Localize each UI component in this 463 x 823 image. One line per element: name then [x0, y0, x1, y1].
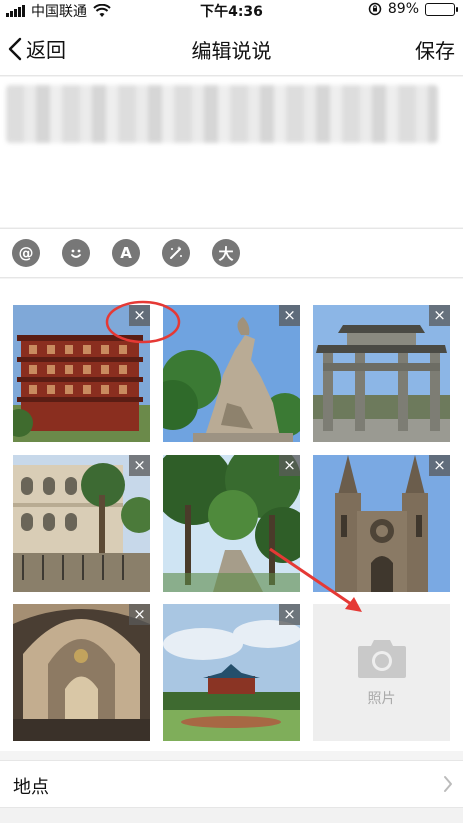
- photo-thumbnail[interactable]: ×: [163, 455, 300, 592]
- blurred-text: [6, 85, 438, 143]
- bottom-spacer: [0, 808, 463, 823]
- photo-thumbnail[interactable]: ×: [163, 604, 300, 741]
- at-icon[interactable]: @: [12, 239, 40, 267]
- photo-thumbnail[interactable]: ×: [13, 604, 150, 741]
- save-button[interactable]: 保存: [415, 35, 455, 64]
- chevron-right-icon: [444, 776, 452, 792]
- delete-photo-button[interactable]: ×: [279, 305, 300, 326]
- location-label: 地点: [13, 777, 49, 798]
- delete-photo-button[interactable]: ×: [279, 455, 300, 476]
- delete-photo-button[interactable]: ×: [129, 455, 150, 476]
- photo-grid: × × × × × × × × 照片: [0, 279, 463, 751]
- add-photo-button[interactable]: 照片: [313, 604, 450, 741]
- compose-toolbar: @ A 大: [0, 228, 463, 278]
- post-text-area[interactable]: [0, 77, 463, 227]
- delete-photo-button[interactable]: ×: [129, 604, 150, 625]
- photo-thumbnail[interactable]: ×: [13, 455, 150, 592]
- add-photo-label: 照片: [367, 690, 396, 707]
- font-icon[interactable]: A: [112, 239, 140, 267]
- battery-icon: [425, 2, 458, 16]
- camera-icon: [357, 639, 406, 678]
- delete-photo-button[interactable]: ×: [129, 305, 150, 326]
- photo-thumbnail[interactable]: ×: [163, 305, 300, 442]
- photo-thumbnail[interactable]: ×: [13, 305, 150, 442]
- location-row[interactable]: 地点: [0, 760, 463, 808]
- photo-thumbnail[interactable]: ×: [313, 455, 450, 592]
- rotation-lock-icon: [368, 2, 382, 16]
- magic-wand-icon[interactable]: [162, 239, 190, 267]
- battery-group: 89%: [368, 1, 458, 17]
- nav-bar: 返回 编辑说说 保存: [0, 20, 463, 76]
- delete-photo-button[interactable]: ×: [429, 305, 450, 326]
- large-text-icon[interactable]: 大: [212, 239, 240, 267]
- page-title: 编辑说说: [191, 39, 272, 63]
- photo-thumbnail[interactable]: ×: [313, 305, 450, 442]
- emoji-icon[interactable]: [62, 239, 90, 267]
- delete-photo-button[interactable]: ×: [429, 455, 450, 476]
- delete-photo-button[interactable]: ×: [279, 604, 300, 625]
- battery-percent: 89%: [387, 1, 419, 17]
- status-bar: 中国联通 下午4:36 89%: [0, 0, 463, 20]
